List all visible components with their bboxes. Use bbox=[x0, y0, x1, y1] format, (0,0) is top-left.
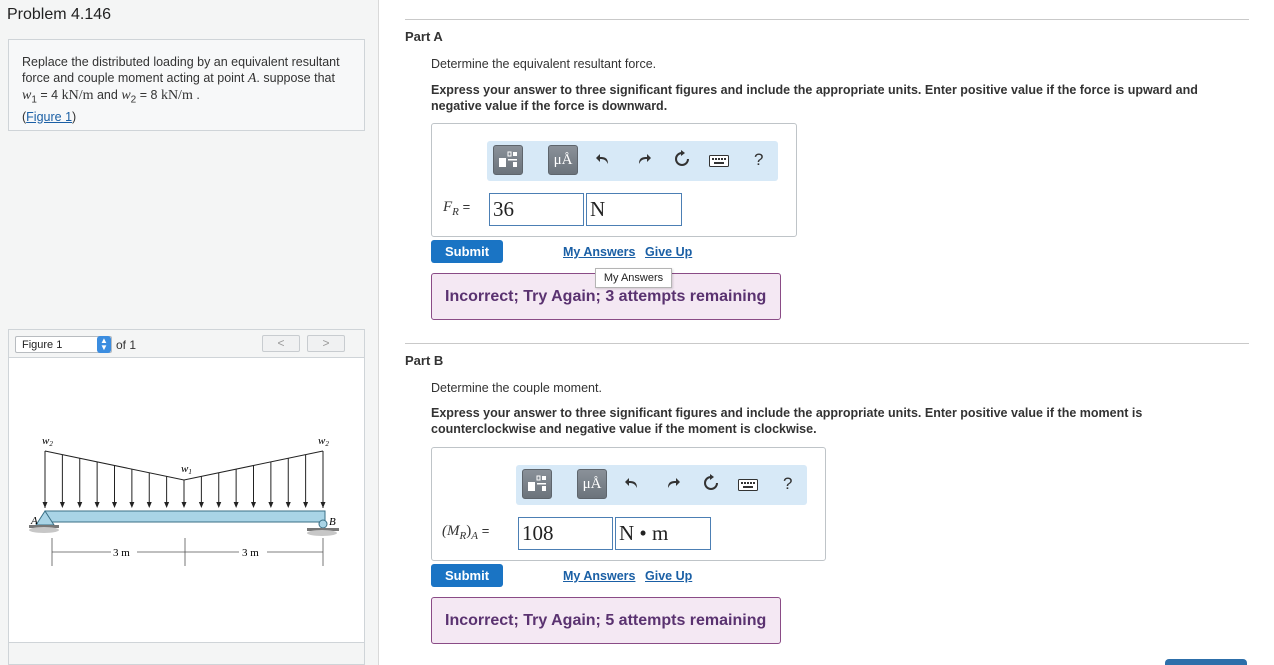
part-a-question: Determine the equivalent resultant force… bbox=[431, 57, 657, 71]
part-a-my-answers-link[interactable]: My Answers bbox=[563, 245, 635, 259]
help-button[interactable]: ? bbox=[754, 150, 763, 170]
load-arrowhead bbox=[268, 502, 274, 508]
part-b-feedback: Incorrect; Try Again; 5 attempts remaini… bbox=[431, 597, 781, 644]
problem-statement: Replace the distributed loading by an eq… bbox=[8, 39, 365, 131]
redo-icon[interactable] bbox=[635, 151, 651, 172]
figure-count: of 1 bbox=[116, 338, 137, 352]
beam-figure: w2 w2 w1 A B 3 m 3 m bbox=[29, 435, 339, 566]
part-a-variable: FR = bbox=[443, 199, 471, 218]
load-arrowhead bbox=[181, 502, 187, 508]
dim-label-right: 3 m bbox=[242, 547, 259, 559]
load-arrowhead bbox=[164, 502, 170, 508]
part-a-divider bbox=[405, 19, 1249, 20]
part-b-answer-box: μÅ ? (MR)A = 108 N • m bbox=[431, 447, 826, 561]
figure-header: Figure 1 ▲ ▼ of 1 < > bbox=[9, 330, 364, 358]
next-figure-button[interactable]: > bbox=[307, 335, 345, 352]
reset-icon[interactable] bbox=[673, 150, 691, 173]
load-arrowhead bbox=[94, 502, 100, 508]
load-arrowhead bbox=[251, 502, 256, 508]
bottom-right-button[interactable] bbox=[1165, 659, 1247, 665]
part-b-toolbar: μÅ ? bbox=[516, 465, 807, 505]
label-b: B bbox=[329, 516, 336, 528]
load-arrowhead bbox=[42, 502, 48, 508]
load-arrowhead bbox=[216, 502, 222, 508]
undo-icon[interactable] bbox=[596, 151, 612, 172]
templates-button[interactable] bbox=[493, 145, 523, 175]
units-button[interactable]: μÅ bbox=[548, 145, 578, 175]
ground-shadow-b bbox=[307, 530, 337, 536]
load-arrowhead bbox=[320, 502, 326, 508]
part-b-my-answers-link[interactable]: My Answers bbox=[563, 569, 635, 583]
select-arrows-icon: ▲ ▼ bbox=[97, 336, 111, 353]
help-button[interactable]: ? bbox=[783, 474, 792, 494]
redo-icon[interactable] bbox=[664, 475, 680, 496]
undo-icon[interactable] bbox=[625, 475, 641, 496]
keyboard-icon[interactable] bbox=[709, 154, 729, 172]
label-w2-right: w2 bbox=[318, 435, 329, 448]
ground-shadow-a bbox=[29, 527, 59, 533]
part-b-variable: (MR)A = bbox=[442, 523, 490, 542]
load-arrowhead bbox=[233, 502, 239, 508]
part-b-label: Part B bbox=[405, 353, 444, 368]
part-a-value-input[interactable]: 36 bbox=[489, 193, 584, 226]
part-a-unit-input[interactable]: N bbox=[586, 193, 682, 226]
load-arrowhead bbox=[59, 502, 65, 508]
load-arrowhead bbox=[285, 502, 291, 508]
part-b-instructions: Express your answer to three significant… bbox=[431, 406, 1143, 436]
reset-icon[interactable] bbox=[702, 474, 720, 497]
part-a-toolbar: μÅ ? bbox=[487, 141, 778, 181]
label-w1: w1 bbox=[181, 463, 192, 476]
part-b-divider bbox=[405, 343, 1249, 344]
figure-select[interactable]: Figure 1 ▲ ▼ bbox=[15, 336, 112, 353]
part-b-give-up-link[interactable]: Give Up bbox=[645, 569, 692, 583]
part-b-submit-button[interactable]: Submit bbox=[431, 564, 503, 587]
part-b-question: Determine the couple moment. bbox=[431, 381, 602, 395]
problem-title: Problem 4.146 bbox=[7, 6, 112, 23]
label-w2-left: w2 bbox=[42, 435, 53, 448]
problem-text-2: suppose that bbox=[263, 71, 335, 85]
templates-button[interactable] bbox=[522, 469, 552, 499]
my-answers-tooltip: My Answers bbox=[595, 268, 672, 288]
prev-figure-button[interactable]: < bbox=[262, 335, 300, 352]
figure-footer bbox=[9, 642, 364, 664]
roller-support-b bbox=[318, 519, 328, 529]
part-a-submit-button[interactable]: Submit bbox=[431, 240, 503, 263]
figure-panel: Figure 1 ▲ ▼ of 1 < > w2 w2 w1 A B 3 m 3… bbox=[8, 329, 365, 665]
load-arrowhead bbox=[77, 502, 83, 508]
figure-link[interactable]: Figure 1 bbox=[26, 110, 72, 124]
part-a-give-up-link[interactable]: Give Up bbox=[645, 245, 692, 259]
problem-sidebar: Problem 4.146 Replace the distributed lo… bbox=[0, 0, 379, 665]
dim-label-left: 3 m bbox=[113, 547, 130, 559]
beam bbox=[44, 510, 326, 523]
load-arrowhead bbox=[146, 502, 152, 508]
part-b-unit-input[interactable]: N • m bbox=[615, 517, 711, 550]
part-b-value-input[interactable]: 108 bbox=[518, 517, 613, 550]
part-a-label: Part A bbox=[405, 29, 443, 44]
keyboard-icon[interactable] bbox=[738, 478, 758, 496]
load-arrowhead bbox=[198, 502, 204, 508]
part-a-answer-box: μÅ ? FR = 36 N bbox=[431, 123, 797, 237]
load-arrowhead bbox=[303, 502, 309, 508]
templates-icon bbox=[528, 475, 546, 491]
load-arrowhead bbox=[129, 502, 135, 508]
units-button[interactable]: μÅ bbox=[577, 469, 607, 499]
part-a-instructions: Express your answer to three significant… bbox=[431, 83, 1198, 113]
label-a: A bbox=[30, 515, 38, 527]
templates-icon bbox=[499, 151, 517, 167]
load-arrowhead bbox=[112, 502, 117, 508]
